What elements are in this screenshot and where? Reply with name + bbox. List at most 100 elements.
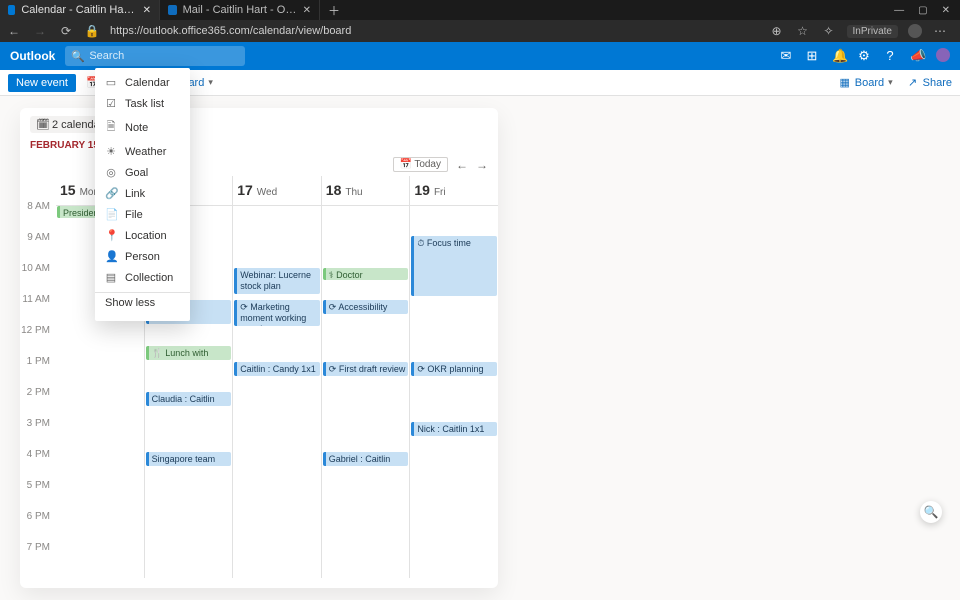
chevron-down-icon: ▾ (888, 77, 893, 88)
collections-icon[interactable]: ✧ (821, 24, 837, 38)
back-button[interactable]: ← (6, 24, 22, 38)
me-avatar[interactable] (936, 48, 950, 62)
menu-item-weather[interactable]: ☀Weather (95, 141, 190, 162)
menu-item-label: Person (125, 251, 160, 263)
menu-item-task-list[interactable]: ☑Task list (95, 93, 190, 114)
time-label: 7 PM (20, 542, 56, 573)
menu-item-collection[interactable]: ▤ Collection (95, 267, 190, 288)
date-range-label: FEBRUARY 15 – 19 ▾ (20, 137, 498, 157)
calendar-event[interactable]: ⟳ Marketing moment working meeting (234, 300, 320, 326)
file-icon: 📄 (105, 208, 117, 221)
notification-icon[interactable]: 🔔 (832, 48, 844, 64)
url-field[interactable]: https://outlook.office365.com/calendar/v… (110, 25, 759, 37)
new-tab-button[interactable]: ＋ (320, 2, 348, 19)
time-label: 4 PM (20, 449, 56, 480)
day-number: 18 (326, 182, 342, 198)
profile-avatar[interactable] (908, 24, 922, 38)
settings-icon[interactable]: ⚙ (858, 48, 870, 64)
menu-item-label: Calendar (125, 77, 170, 89)
calendar-event[interactable]: ⏱ Focus time (411, 236, 497, 296)
calendar-event[interactable]: Webinar: Lucerne stock plan (234, 268, 320, 294)
teams-icon[interactable]: ⊞ (806, 48, 818, 64)
day-header[interactable]: 17Wed (233, 176, 321, 206)
reading-mode-icon[interactable]: ⊕ (769, 24, 785, 38)
menu-item-calendar[interactable]: ▭Calendar (95, 72, 190, 93)
search-placeholder: Search (89, 50, 124, 62)
browser-tabstrip: Calendar - Caitlin Hart - Outlook ✕ Mail… (0, 0, 960, 20)
menu-item-label: Goal (125, 167, 148, 179)
menu-item-person[interactable]: 👤Person (95, 246, 190, 267)
collection-icon: ▤ (105, 271, 117, 284)
calendar-event[interactable]: ⟳ First draft review (323, 362, 409, 376)
brand-label: Outlook (10, 49, 55, 63)
menu-item-goal[interactable]: ◎Goal (95, 162, 190, 183)
time-label: 1 PM (20, 356, 56, 387)
browser-tab-0[interactable]: Calendar - Caitlin Hart - Outlook ✕ (0, 0, 160, 20)
calendar-icon: 🗓 (36, 118, 48, 131)
calendar-event[interactable]: ⚕ Doctor (323, 268, 409, 280)
calendar-event[interactable]: Claudia : Caitlin 1x1 (146, 392, 232, 406)
menu-item-label: Task list (125, 98, 164, 110)
share-button[interactable]: ↗ Share (907, 76, 952, 89)
time-label: 3 PM (20, 418, 56, 449)
day-header[interactable]: 18Thu (322, 176, 410, 206)
menu-item-label: Collection (125, 272, 173, 284)
day-header[interactable]: 19Fri (410, 176, 498, 206)
menu-item-label: Weather (125, 146, 166, 158)
menu-item-label: File (125, 209, 143, 221)
refresh-button[interactable]: ⟳ (58, 24, 74, 38)
board-view-picker[interactable]: ▦ Board ▾ (839, 76, 893, 89)
day-column: 17Wed Webinar: Lucerne stock plan ⟳ Market… (232, 176, 321, 578)
calendar-event[interactable]: Singapore team check (146, 452, 232, 466)
minimize-button[interactable]: — (894, 5, 904, 16)
link-icon: 🔗 (105, 187, 117, 200)
close-tab-icon[interactable]: ✕ (143, 5, 151, 16)
card-today-button[interactable]: 📅 Today (393, 157, 448, 172)
menu-item-label: Link (125, 188, 145, 200)
add-to-board-menu: ▭Calendar☑Task list 🗎 Note ☀Weather◎Goal 🔗 Li… (95, 68, 190, 321)
time-label: 6 PM (20, 511, 56, 542)
calendar-event[interactable]: Nick : Caitlin 1x1 (411, 422, 497, 436)
browser-addressbar: ← → ⟳ 🔒 https://outlook.office365.com/ca… (0, 20, 960, 42)
overflow-icon[interactable]: ⋯ (932, 24, 948, 38)
suite-header: Outlook 🔍 Search ✉ ⊞ 🔔 ⚙ ? 📣 (0, 42, 960, 70)
day-column: 19Fri ⏱ Focus time ⟳ OKR planning for C… Ni… (409, 176, 498, 578)
search-box[interactable]: 🔍 Search (65, 46, 245, 66)
tab-title: Calendar - Caitlin Hart - Outlook (21, 4, 136, 16)
next-week-button[interactable]: → (476, 158, 488, 172)
mail-icon[interactable]: ✉ (780, 48, 792, 64)
calendar-today-icon: 📅 (400, 159, 412, 170)
close-window-button[interactable]: ✕ (942, 5, 950, 16)
menu-item-link[interactable]: 🔗 Link (95, 183, 190, 204)
day-number: 19 (414, 182, 430, 198)
time-axis: 8 AM9 AM10 AM11 AM12 PM1 PM2 PM3 PM4 PM5… (20, 176, 56, 578)
calendar-event[interactable]: ⟳ OKR planning for C… (411, 362, 497, 376)
megaphone-icon[interactable]: 📣 (910, 48, 922, 64)
favourite-icon[interactable]: ☆ (795, 24, 811, 38)
maximize-button[interactable]: ▢ (918, 5, 927, 16)
help-icon[interactable]: ? (884, 48, 896, 64)
menu-item-note[interactable]: 🗎 Note (95, 114, 190, 141)
menu-item-label: Note (125, 122, 148, 134)
tab-favicon (8, 5, 15, 15)
day-number: 15 (60, 182, 76, 198)
menu-item-location[interactable]: 📍Location (95, 225, 190, 246)
calendar-event[interactable]: 🍴 Lunch with Nate (146, 346, 232, 360)
prev-week-button[interactable]: ← (456, 158, 468, 172)
day-body[interactable]: ⚕ Doctor ⟳ Accessibility review ⟳ First dr… (322, 206, 410, 578)
day-of-week: Thu (345, 187, 362, 198)
calendar-event[interactable]: Caitlin : Candy 1x1 (234, 362, 320, 376)
browser-tab-1[interactable]: Mail - Caitlin Hart - Outlook ✕ (160, 0, 320, 20)
note-icon: 🗎 (105, 118, 117, 137)
new-event-button[interactable]: New event (8, 74, 76, 92)
calendar-event[interactable]: Gabriel : Caitlin 1x1 (323, 452, 409, 466)
close-tab-icon[interactable]: ✕ (303, 5, 311, 16)
forward-button[interactable]: → (32, 24, 48, 38)
day-body[interactable]: Webinar: Lucerne stock plan ⟳ Marketing m… (233, 206, 321, 578)
lock-icon[interactable]: 🔒 (84, 24, 100, 38)
menu-show-less[interactable]: Show less (95, 292, 190, 313)
menu-item-file[interactable]: 📄 File (95, 204, 190, 225)
day-body[interactable]: ⏱ Focus time ⟳ OKR planning for C… Nick : … (410, 206, 498, 578)
calendar-event[interactable]: ⟳ Accessibility review (323, 300, 409, 314)
zoom-fab[interactable]: 🔍 (920, 501, 942, 523)
